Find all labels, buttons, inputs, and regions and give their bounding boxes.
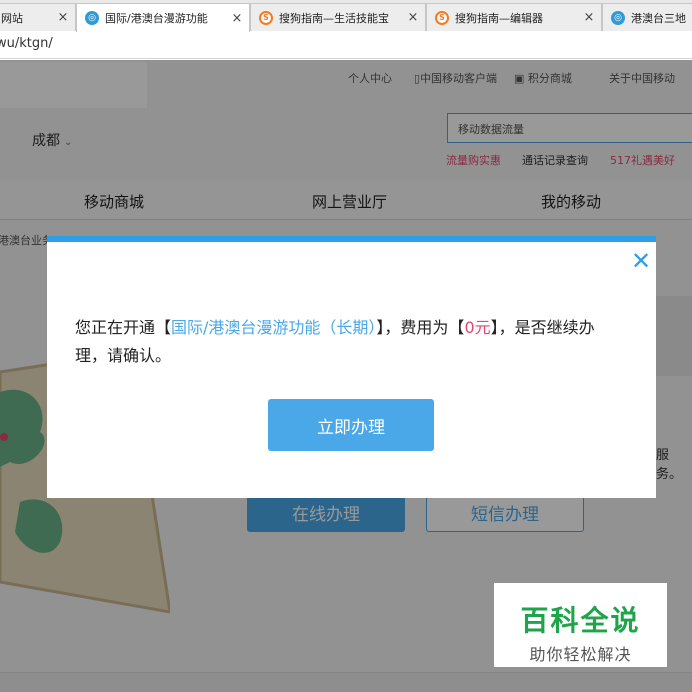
browser-tab[interactable]: S 搜狗指南—编辑器 × [426,3,602,31]
globe-icon: ◎ [611,10,625,25]
url-text[interactable]: wu/ktgn/ [0,36,53,51]
browser-tab-active[interactable]: ◎ 国际/港澳台漫游功能 × [76,3,250,32]
confirm-button[interactable]: 立即办理 [268,399,434,451]
confirm-dialog: ✕ 您正在开通【国际/港澳台漫游功能（长期）】，费用为【0元】，是否继续办理，请… [47,236,656,498]
address-bar[interactable]: wu/ktgn/ [0,31,692,59]
watermark: 百科全说 助你轻松解决 [494,583,667,667]
tab-title: 搜狗指南—生活技能宝 [279,11,389,25]
browser-tab[interactable]: S 搜狗指南—生活技能宝 × [250,3,426,31]
message-prefix: 您正在开通【 [75,318,172,337]
close-icon[interactable]: × [405,10,421,25]
close-icon[interactable]: × [581,10,597,25]
tab-title: 网站 [1,11,23,25]
service-name: 国际/港澳台漫游功能（长期） [171,318,377,337]
tab-title: 港澳台三地 [631,11,686,25]
browser-tab[interactable]: ◎ 港澳台三地 [602,3,692,31]
close-icon[interactable]: ✕ [630,249,652,273]
dialog-message: 您正在开通【国际/港澳台漫游功能（长期）】，费用为【0元】，是否继续办理，请确认… [75,314,625,370]
fee-value: 0元 [464,318,491,337]
message-middle: 】，费用为【 [376,318,465,337]
sogou-icon: S [435,10,449,25]
tab-title: 国际/港澳台漫游功能 [105,12,208,25]
close-icon[interactable]: × [229,11,245,26]
globe-icon: ◎ [85,11,99,25]
watermark-subtitle: 助你轻松解决 [529,645,632,664]
sogou-icon: S [259,10,273,25]
browser-tab-bar: 网站 × ◎ 国际/港澳台漫游功能 × S 搜狗指南—生活技能宝 × S 搜狗指… [0,0,692,32]
browser-tab[interactable]: 网站 × [0,3,76,31]
watermark-title: 百科全说 [520,604,641,637]
close-icon[interactable]: × [55,10,71,25]
tab-title: 搜狗指南—编辑器 [455,11,543,25]
